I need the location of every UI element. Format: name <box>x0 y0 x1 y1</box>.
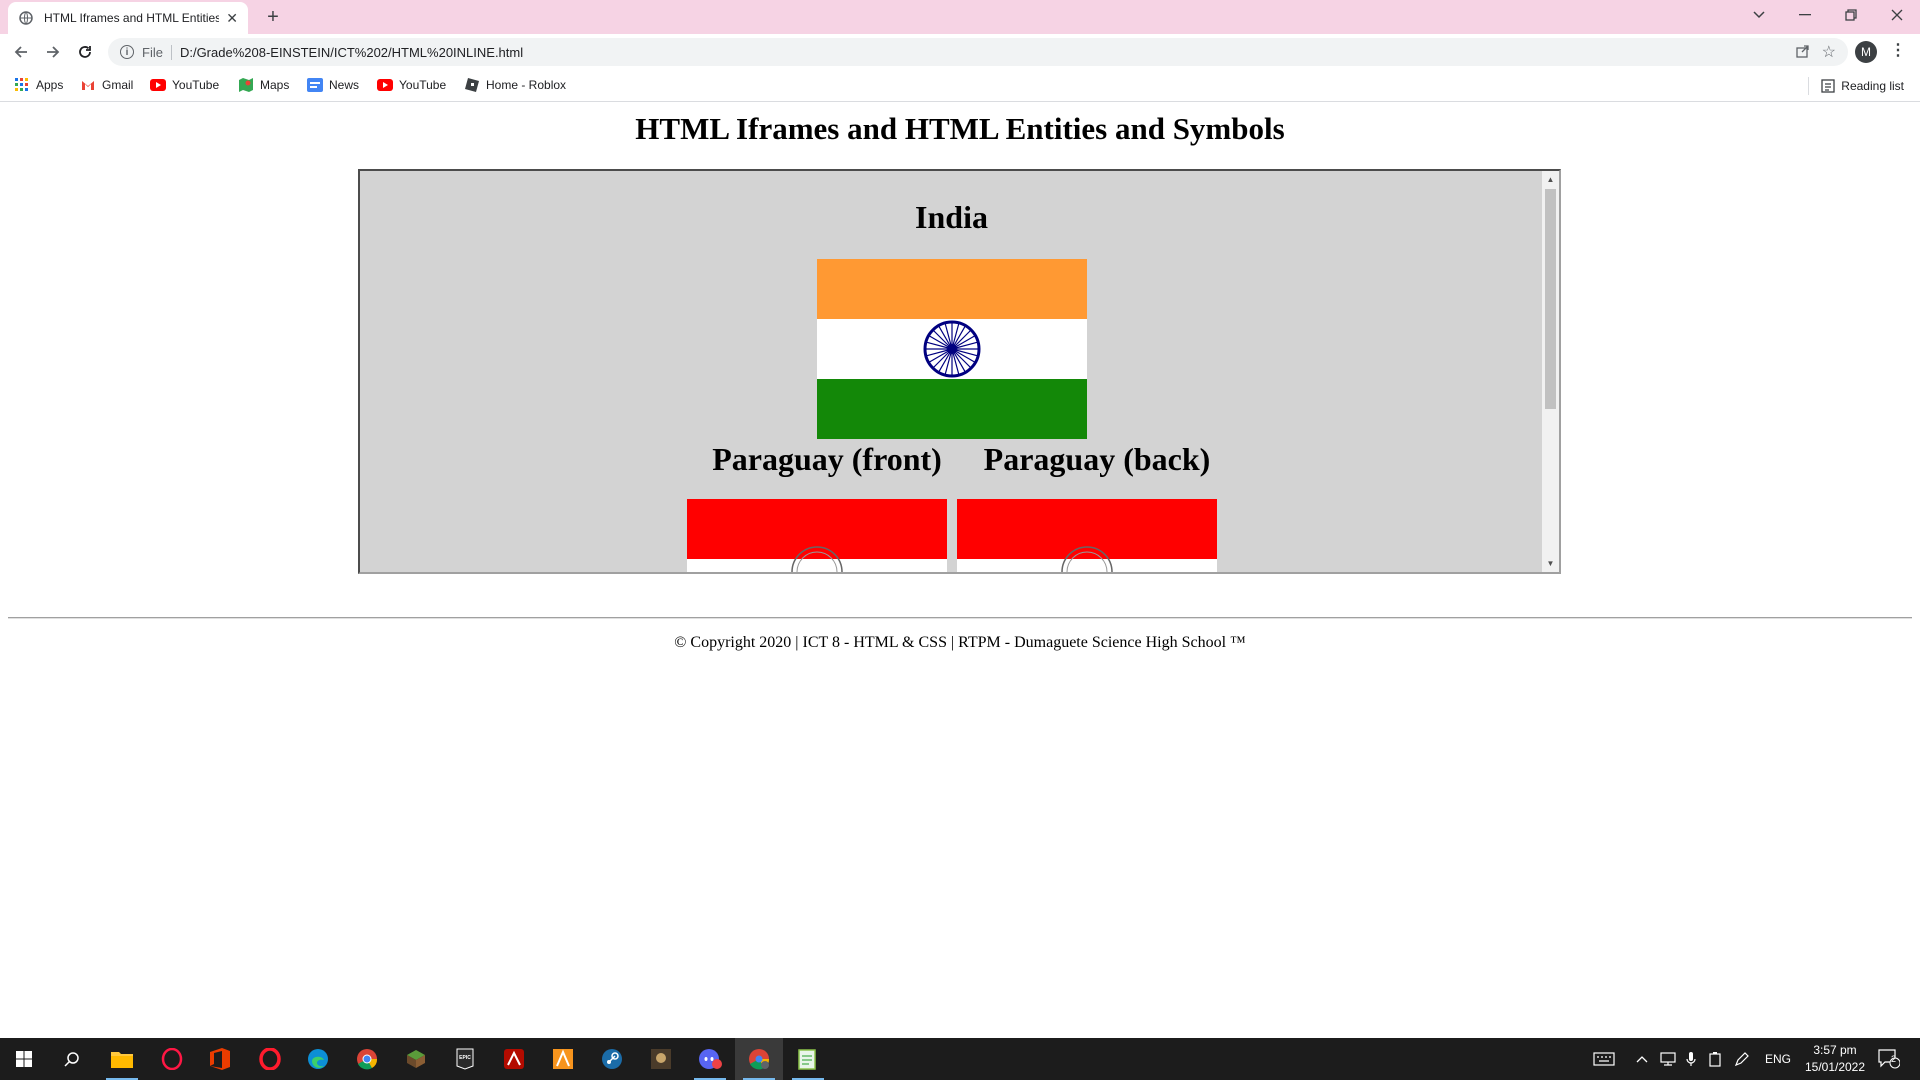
game-launcher-icon[interactable] <box>637 1038 685 1080</box>
iframe-scrollbar[interactable]: ▲ ▼ <box>1542 171 1559 572</box>
reading-list-button[interactable]: Reading list <box>1808 77 1904 95</box>
steam-icon[interactable] <box>588 1038 636 1080</box>
profile-avatar[interactable]: M <box>1855 41 1877 63</box>
bookmark-youtube-2[interactable]: YouTube <box>377 77 446 93</box>
iframe-document: India Paraguay (front) Paraguay (back) <box>360 171 1543 572</box>
clock[interactable]: 3:57 pm 15/01/2022 <box>1800 1042 1870 1076</box>
windows-taskbar: EPIC ENG 3:57 pm 15/01/2022 2 <box>0 1038 1920 1080</box>
edge-icon[interactable] <box>294 1038 342 1080</box>
svg-text:EPIC: EPIC <box>459 1055 471 1061</box>
bookmarks-bar: Apps Gmail YouTube Maps News YouTube Hom… <box>0 70 1920 102</box>
bookmark-label: Maps <box>260 78 290 92</box>
bookmark-news[interactable]: News <box>307 77 359 93</box>
tab-title: HTML Iframes and HTML Entities <box>44 11 219 25</box>
bookmark-label: News <box>329 78 360 92</box>
india-flag-image <box>817 259 1087 439</box>
tab-search-icon[interactable] <box>1736 0 1782 30</box>
scroll-down-arrow-icon[interactable]: ▼ <box>1542 555 1559 572</box>
discord-icon[interactable] <box>686 1038 734 1080</box>
news-icon <box>307 77 323 93</box>
opera-icon[interactable] <box>246 1038 294 1080</box>
adobe-acrobat-icon[interactable] <box>490 1038 538 1080</box>
bookmark-label: Apps <box>36 78 64 92</box>
footer-copyright: © Copyright 2020 | ICT 8 - HTML & CSS | … <box>674 634 1246 651</box>
notifications-icon[interactable]: 2 <box>1878 1038 1900 1080</box>
gmail-icon <box>80 77 96 93</box>
windows-start-icon[interactable] <box>0 1038 48 1080</box>
close-window-icon[interactable] <box>1874 0 1920 30</box>
reading-list-label: Reading list <box>1841 79 1904 93</box>
clock-date: 15/01/2022 <box>1804 1060 1866 1074</box>
search-icon[interactable] <box>48 1038 96 1080</box>
scroll-up-arrow-icon[interactable]: ▲ <box>1542 171 1559 188</box>
reload-icon[interactable] <box>72 39 98 65</box>
tab-close-icon[interactable]: ✕ <box>226 10 238 27</box>
bookmark-maps[interactable]: Maps <box>238 77 289 93</box>
language-indicator[interactable]: ENG <box>1765 1038 1791 1080</box>
heading-paraguay-front: Paraguay (front) <box>712 441 942 477</box>
new-tab-button[interactable]: + <box>260 4 286 30</box>
forward-arrow-icon[interactable] <box>40 39 66 65</box>
page-title: HTML Iframes and HTML Entities and Symbo… <box>635 111 1285 146</box>
maps-icon <box>238 77 254 93</box>
info-icon[interactable]: i <box>120 45 134 59</box>
iframe-flags[interactable]: India Paraguay (front) Paraguay (back) ▲… <box>358 169 1561 574</box>
address-bar[interactable]: i File D:/Grade%208-EINSTEIN/ICT%202/HTM… <box>108 38 1848 66</box>
paraguay-front-flag-image <box>687 499 947 572</box>
heading-paraguay-back: Paraguay (back) <box>983 441 1211 477</box>
chrome-icon[interactable] <box>343 1038 391 1080</box>
url-text[interactable]: D:/Grade%208-EINSTEIN/ICT%202/HTML%20INL… <box>180 45 523 60</box>
heading-india: India <box>915 199 988 235</box>
browser-tab[interactable]: HTML Iframes and HTML Entities ✕ <box>8 2 248 34</box>
menu-dots-icon[interactable]: ⋮ <box>1890 40 1906 60</box>
url-scheme: File <box>142 44 172 60</box>
chevron-up-icon[interactable] <box>1636 1038 1648 1080</box>
bookmark-gmail[interactable]: Gmail <box>80 77 133 93</box>
roblox-icon <box>464 77 480 93</box>
network-icon[interactable] <box>1660 1038 1676 1080</box>
youtube-icon <box>377 77 393 93</box>
minimize-icon[interactable] <box>1782 0 1828 30</box>
file-explorer-icon[interactable] <box>98 1038 146 1080</box>
notepad-plus-icon[interactable] <box>784 1038 832 1080</box>
share-icon[interactable] <box>1796 44 1810 61</box>
office-icon[interactable] <box>196 1038 244 1080</box>
scrollbar-thumb[interactable] <box>1545 189 1556 409</box>
minecraft-icon[interactable] <box>392 1038 440 1080</box>
epic-games-icon[interactable]: EPIC <box>441 1038 489 1080</box>
paraguay-back-flag-image <box>957 499 1217 572</box>
keyboard-icon[interactable] <box>1593 1038 1615 1080</box>
notification-count: 2 <box>1891 1054 1897 1064</box>
pen-icon[interactable] <box>1734 1038 1750 1080</box>
footer-divider <box>8 617 1912 619</box>
tab-bar: HTML Iframes and HTML Entities ✕ + <box>0 0 1920 34</box>
clock-time: 3:57 pm <box>1813 1043 1857 1057</box>
youtube-icon <box>150 77 166 93</box>
divider <box>1808 77 1810 95</box>
back-arrow-icon[interactable] <box>8 39 34 65</box>
opera-gx-icon[interactable] <box>148 1038 196 1080</box>
bookmark-label: YouTube <box>172 78 220 92</box>
bookmark-label: Gmail <box>102 78 134 92</box>
chrome-profile-icon[interactable] <box>735 1038 783 1080</box>
microphone-icon[interactable] <box>1686 1038 1696 1080</box>
bookmark-star-icon[interactable]: ☆ <box>1822 42 1836 62</box>
ashoka-chakra-icon <box>923 320 981 378</box>
globe-icon <box>18 10 34 26</box>
page-content: HTML Iframes and HTML Entities and Symbo… <box>0 103 1920 1038</box>
battery-icon[interactable] <box>1708 1038 1722 1080</box>
bookmark-label: Home - Roblox <box>486 78 567 92</box>
apps-grid-icon <box>14 77 30 93</box>
browser-toolbar: i File D:/Grade%208-EINSTEIN/ICT%202/HTM… <box>0 34 1920 70</box>
bookmark-label: YouTube <box>399 78 447 92</box>
app-orange-icon[interactable] <box>539 1038 587 1080</box>
bookmark-apps[interactable]: Apps <box>14 77 63 93</box>
bookmark-roblox[interactable]: Home - Roblox <box>464 77 566 93</box>
restore-icon[interactable] <box>1828 0 1874 30</box>
bookmark-youtube[interactable]: YouTube <box>150 77 219 93</box>
reading-list-icon <box>1821 79 1835 93</box>
